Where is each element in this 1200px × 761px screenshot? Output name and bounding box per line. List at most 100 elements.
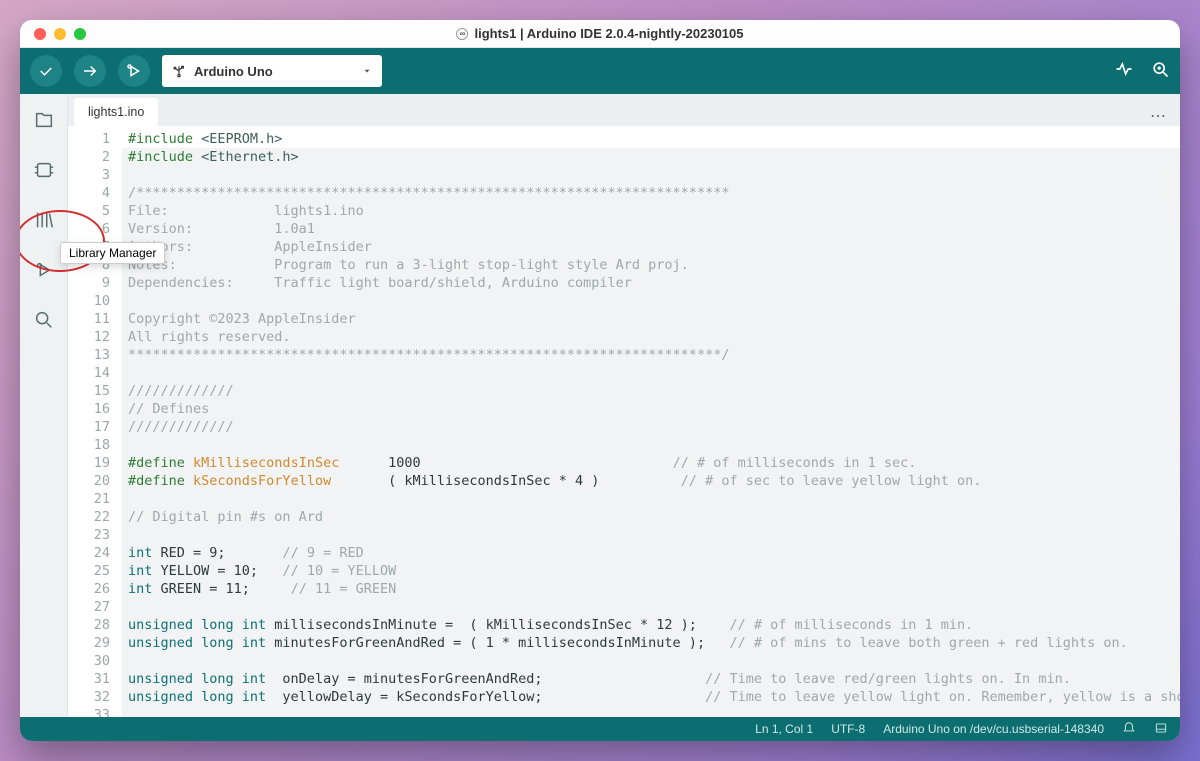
code-line[interactable]: // Defines <box>122 400 1180 418</box>
chevron-down-icon <box>362 66 372 76</box>
window-title: ∞ lights1 | Arduino IDE 2.0.4-nightly-20… <box>20 26 1180 41</box>
code-line[interactable]: #define kMillisecondsInSec 1000 // # of … <box>122 454 1180 472</box>
line-number: 13 <box>68 346 110 364</box>
code-line[interactable] <box>122 436 1180 454</box>
line-number: 10 <box>68 292 110 310</box>
code-line[interactable] <box>122 490 1180 508</box>
line-number: 3 <box>68 166 110 184</box>
code-editor[interactable]: 1234567891011121314151617181920212223242… <box>68 126 1180 717</box>
code-content[interactable]: #include <EEPROM.h>#include <Ethernet.h>… <box>122 126 1180 717</box>
notifications-icon[interactable] <box>1122 721 1136 738</box>
status-cursor[interactable]: Ln 1, Col 1 <box>755 722 813 736</box>
code-line[interactable]: File: lights1.ino <box>122 202 1180 220</box>
code-line[interactable]: Dependencies: Traffic light board/shield… <box>122 274 1180 292</box>
line-number: 20 <box>68 472 110 490</box>
line-number: 1 <box>68 130 110 148</box>
line-number: 21 <box>68 490 110 508</box>
close-panel-icon[interactable] <box>1154 721 1168 738</box>
status-encoding[interactable]: UTF-8 <box>831 722 865 736</box>
sidebar-library-manager[interactable] <box>30 206 58 234</box>
line-number: 26 <box>68 580 110 598</box>
sidebar: Library Manager <box>20 94 68 717</box>
upload-button[interactable] <box>74 55 106 87</box>
code-line[interactable]: /***************************************… <box>122 184 1180 202</box>
line-number: 30 <box>68 652 110 670</box>
usb-icon <box>172 64 186 78</box>
code-line[interactable]: #include <EEPROM.h> <box>128 130 1180 148</box>
tab-bar: lights1.ino ⋯ <box>68 94 1180 126</box>
line-number: 19 <box>68 454 110 472</box>
code-line[interactable]: All rights reserved. <box>122 328 1180 346</box>
line-number: 5 <box>68 202 110 220</box>
code-line[interactable]: int GREEN = 11; // 11 = GREEN <box>122 580 1180 598</box>
line-number: 2 <box>68 148 110 166</box>
board-selector[interactable]: Arduino Uno <box>162 55 382 87</box>
line-number: 32 <box>68 688 110 706</box>
toolbar: Arduino Uno <box>20 48 1180 94</box>
line-number: 28 <box>68 616 110 634</box>
code-line[interactable] <box>122 166 1180 184</box>
line-gutter: 1234567891011121314151617181920212223242… <box>68 126 122 717</box>
line-number: 27 <box>68 598 110 616</box>
debug-button[interactable] <box>118 55 150 87</box>
code-line[interactable]: unsigned long int yellowDelay = kSeconds… <box>122 688 1180 706</box>
verify-button[interactable] <box>30 55 62 87</box>
sidebar-sketchbook[interactable] <box>30 106 58 134</box>
serial-monitor-button[interactable] <box>1150 59 1170 84</box>
code-line[interactable]: #define kSecondsForYellow ( kMillisecond… <box>122 472 1180 490</box>
line-number: 4 <box>68 184 110 202</box>
line-number: 23 <box>68 526 110 544</box>
line-number: 24 <box>68 544 110 562</box>
line-number: 9 <box>68 274 110 292</box>
code-line[interactable]: ///////////// <box>122 382 1180 400</box>
line-number: 14 <box>68 364 110 382</box>
status-board[interactable]: Arduino Uno on /dev/cu.usbserial-148340 <box>883 722 1104 736</box>
code-line[interactable]: int RED = 9; // 9 = RED <box>122 544 1180 562</box>
code-line[interactable] <box>122 706 1180 717</box>
line-number: 22 <box>68 508 110 526</box>
code-line[interactable] <box>122 652 1180 670</box>
arduino-icon: ∞ <box>456 28 468 40</box>
code-line[interactable]: Copyright ©2023 AppleInsider <box>122 310 1180 328</box>
code-line[interactable]: Authors: AppleInsider <box>122 238 1180 256</box>
line-number: 33 <box>68 706 110 717</box>
board-name: Arduino Uno <box>194 64 273 79</box>
code-line[interactable]: int YELLOW = 10; // 10 = YELLOW <box>122 562 1180 580</box>
line-number: 15 <box>68 382 110 400</box>
line-number: 25 <box>68 562 110 580</box>
line-number: 31 <box>68 670 110 688</box>
line-number: 16 <box>68 400 110 418</box>
sidebar-debug[interactable] <box>30 256 58 284</box>
code-line[interactable]: Version: 1.0a1 <box>122 220 1180 238</box>
code-line[interactable]: unsigned long int onDelay = minutesForGr… <box>122 670 1180 688</box>
title-bar: ∞ lights1 | Arduino IDE 2.0.4-nightly-20… <box>20 20 1180 48</box>
app-window: ∞ lights1 | Arduino IDE 2.0.4-nightly-20… <box>20 20 1180 741</box>
line-number: 11 <box>68 310 110 328</box>
line-number: 17 <box>68 418 110 436</box>
sidebar-boards-manager[interactable] <box>30 156 58 184</box>
window-title-text: lights1 | Arduino IDE 2.0.4-nightly-2023… <box>474 26 743 41</box>
code-line[interactable]: Notes: Program to run a 3-light stop-lig… <box>122 256 1180 274</box>
line-number: 29 <box>68 634 110 652</box>
status-bar: Ln 1, Col 1 UTF-8 Arduino Uno on /dev/cu… <box>20 717 1180 741</box>
tab-label: lights1.ino <box>88 105 144 119</box>
code-line[interactable]: unsigned long int millisecondsInMinute =… <box>122 616 1180 634</box>
tab-overflow-button[interactable]: ⋯ <box>1136 106 1180 126</box>
sidebar-search[interactable] <box>30 306 58 334</box>
code-line[interactable]: ****************************************… <box>122 346 1180 364</box>
code-line[interactable]: unsigned long int minutesForGreenAndRed … <box>122 634 1180 652</box>
code-line[interactable] <box>122 364 1180 382</box>
line-number: 18 <box>68 436 110 454</box>
tab-active[interactable]: lights1.ino <box>74 98 158 126</box>
line-number: 6 <box>68 220 110 238</box>
code-line[interactable]: #include <Ethernet.h> <box>122 148 1180 166</box>
code-line[interactable]: // Digital pin #s on Ard <box>122 508 1180 526</box>
code-line[interactable] <box>122 292 1180 310</box>
tooltip-library-manager: Library Manager <box>60 242 165 264</box>
code-line[interactable] <box>122 598 1180 616</box>
serial-plotter-button[interactable] <box>1114 59 1134 84</box>
code-line[interactable]: ///////////// <box>122 418 1180 436</box>
code-line[interactable] <box>122 526 1180 544</box>
line-number: 12 <box>68 328 110 346</box>
main-area: lights1.ino ⋯ 12345678910111213141516171… <box>68 94 1180 717</box>
